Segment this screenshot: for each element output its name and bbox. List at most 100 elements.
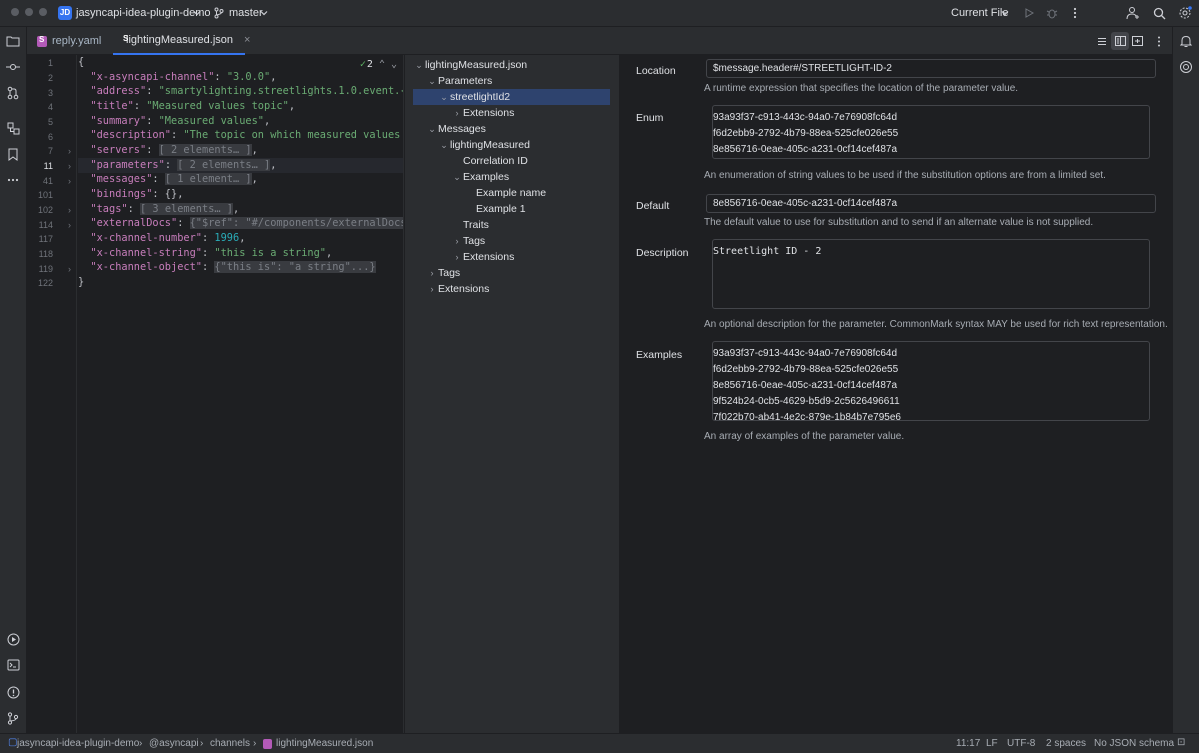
breadcrumb-folder[interactable]: @asyncapi — [149, 738, 199, 749]
settings-icon[interactable] — [1176, 4, 1194, 22]
line-number: 1 — [47, 58, 53, 68]
fold-expand-icon[interactable]: › — [68, 161, 71, 171]
tree-node-message-tags[interactable]: › Tags — [451, 233, 486, 249]
example-value: 8e856716-0eae-405c-a231-0cf14cef487a — [713, 380, 898, 391]
fold-expand-icon[interactable]: › — [68, 176, 71, 186]
tree-node-example-1[interactable]: Example 1 — [464, 201, 526, 217]
code-line: "address": "smartylighting.streetlights.… — [90, 85, 404, 97]
chevron-right-icon[interactable]: › — [451, 105, 463, 121]
tab-options-icon[interactable] — [1150, 32, 1168, 50]
tree-node-correlation-id[interactable]: Correlation ID — [451, 153, 528, 169]
close-tab-icon[interactable]: × — [244, 34, 250, 46]
services-icon[interactable] — [4, 630, 22, 648]
examples-field[interactable]: 93a93f37-c913-443c-94a0-7e76908fc64d f6d… — [712, 341, 1150, 421]
tree-node-examples[interactable]: ⌄ Examples — [451, 169, 509, 185]
tree-node-lightingmeasured[interactable]: ⌄ lightingMeasured — [438, 137, 530, 153]
debug-icon[interactable] — [1043, 4, 1061, 22]
chevron-right-icon[interactable]: › — [451, 233, 463, 249]
breadcrumb-project[interactable]: jasyncapi-idea-plugin-demo — [17, 738, 139, 749]
tree-node-streetlightid2[interactable]: ⌄ streetlightId2 — [413, 89, 610, 105]
previous-highlight-icon[interactable]: ⌃ — [379, 59, 385, 70]
pull-requests-icon[interactable] — [4, 84, 22, 102]
tab-reply-yaml[interactable]: reply.yaml — [29, 27, 109, 55]
chevron-down-icon[interactable]: ⌄ — [438, 89, 450, 105]
status-bar: ▢ jasyncapi-idea-plugin-demo › @asyncapi… — [0, 733, 1199, 753]
inspection-widget[interactable]: ✓ 2 ⌃ ⌄ — [360, 59, 397, 70]
chevron-right-icon[interactable]: › — [451, 249, 463, 265]
chevron-down-icon[interactable] — [998, 4, 1012, 22]
more-options-icon[interactable] — [1066, 4, 1084, 22]
window-zoom-button[interactable] — [39, 8, 47, 16]
breadcrumb-file[interactable]: lightingMeasured.json — [276, 738, 373, 749]
default-field[interactable]: 8e856716-0eae-405c-a231-0cf14cef487a — [706, 194, 1156, 213]
split-view-icon[interactable] — [1111, 32, 1129, 50]
breadcrumb-folder[interactable]: channels — [210, 738, 250, 749]
json-schema-selector[interactable]: No JSON schema — [1094, 738, 1174, 749]
structure-icon[interactable] — [4, 119, 22, 137]
tree-node-parameter-extensions[interactable]: › Extensions — [451, 105, 515, 121]
code-line: { — [78, 56, 85, 68]
git-icon[interactable] — [4, 709, 22, 727]
tree-node-parameters[interactable]: ⌄ Parameters — [426, 73, 492, 89]
code-editor[interactable]: ✓ 2 ⌃ ⌄ { "x-asyncapi-channel": "3.0.0", … — [78, 55, 404, 733]
tree-node-root[interactable]: ⌄ lightingMeasured.json — [413, 57, 527, 73]
run-icon[interactable] — [1020, 4, 1038, 22]
ai-assistant-icon[interactable] — [1177, 58, 1195, 76]
tree-node-messages[interactable]: ⌄ Messages — [426, 121, 486, 137]
description-field[interactable]: Streetlight ID - 2 — [712, 239, 1150, 309]
tree-node-label: Examples — [463, 171, 510, 183]
code-line: "x-channel-number": 1996, — [90, 232, 246, 244]
lock-icon[interactable]: ⊡ — [1177, 737, 1185, 748]
breadcrumb-separator: › — [139, 738, 143, 749]
indent-setting[interactable]: 2 spaces — [1046, 738, 1086, 749]
project-folder-icon[interactable] — [4, 32, 22, 50]
chevron-down-icon[interactable]: ⌄ — [438, 137, 450, 153]
chevron-down-icon[interactable]: ⌄ — [426, 121, 438, 137]
preview-view-icon[interactable] — [1128, 32, 1146, 50]
fold-expand-icon[interactable]: › — [68, 220, 71, 230]
editor-gutter: 1 2 3 4 5 6 7 11 41 101 102 114 117 118 … — [27, 55, 77, 733]
code-line: "description": "The topic on which measu… — [90, 129, 401, 141]
tree-node-message-extensions[interactable]: › Extensions — [451, 249, 515, 265]
terminal-icon[interactable] — [4, 656, 22, 674]
chevron-down-icon[interactable] — [257, 4, 271, 22]
inspection-count: 2 — [366, 59, 373, 70]
examples-help: An array of examples of the parameter va… — [704, 431, 905, 442]
chevron-right-icon[interactable]: › — [426, 281, 438, 297]
window-close-button[interactable] — [11, 8, 19, 16]
problems-icon[interactable] — [4, 683, 22, 701]
chevron-right-icon[interactable]: › — [426, 265, 438, 281]
location-field[interactable]: $message.header#/STREETLIGHT-ID-2 — [706, 59, 1156, 78]
chevron-down-icon[interactable]: ⌄ — [426, 73, 438, 89]
tree-node-extensions[interactable]: › Extensions — [426, 281, 490, 297]
fold-expand-icon[interactable]: › — [68, 264, 71, 274]
notifications-icon[interactable] — [1177, 32, 1195, 50]
line-ending[interactable]: LF — [986, 738, 998, 749]
tree-node-tags[interactable]: › Tags — [426, 265, 461, 281]
tab-lightingmeasured-json[interactable]: lightingMeasured.json × — [113, 27, 250, 55]
window-minimize-button[interactable] — [25, 8, 33, 16]
caret-position[interactable]: 11:17 — [956, 738, 980, 749]
fold-expand-icon[interactable]: › — [68, 146, 71, 156]
left-tool-strip — [0, 27, 27, 733]
chevron-down-icon[interactable] — [190, 4, 204, 22]
list-view-icon[interactable] — [1093, 32, 1111, 50]
search-icon[interactable] — [1150, 4, 1168, 22]
tree-node-traits[interactable]: Traits — [451, 217, 489, 233]
more-tools-icon[interactable] — [4, 171, 22, 189]
fold-expand-icon[interactable]: › — [68, 205, 71, 215]
chevron-down-icon[interactable]: ⌄ — [451, 169, 463, 185]
tree-node-example-name[interactable]: Example name — [464, 185, 546, 201]
next-highlight-icon[interactable]: ⌄ — [391, 59, 397, 70]
parameter-properties-panel: Location $message.header#/STREETLIGHT-ID… — [620, 55, 1172, 733]
tree-node-label: lightingMeasured.json — [425, 59, 528, 71]
add-user-icon[interactable] — [1124, 4, 1142, 22]
enum-field[interactable]: 93a93f37-c913-443c-94a0-7e76908fc64d f6d… — [712, 105, 1150, 159]
file-encoding[interactable]: UTF-8 — [1007, 738, 1035, 749]
default-label: Default — [636, 200, 670, 212]
enum-value: 93a93f37-c913-443c-94a0-7e76908fc64d — [713, 112, 898, 123]
chevron-down-icon[interactable]: ⌄ — [413, 57, 425, 73]
bookmarks-icon[interactable] — [4, 145, 22, 163]
commit-icon[interactable] — [4, 58, 22, 76]
project-badge[interactable]: JD — [58, 6, 72, 20]
